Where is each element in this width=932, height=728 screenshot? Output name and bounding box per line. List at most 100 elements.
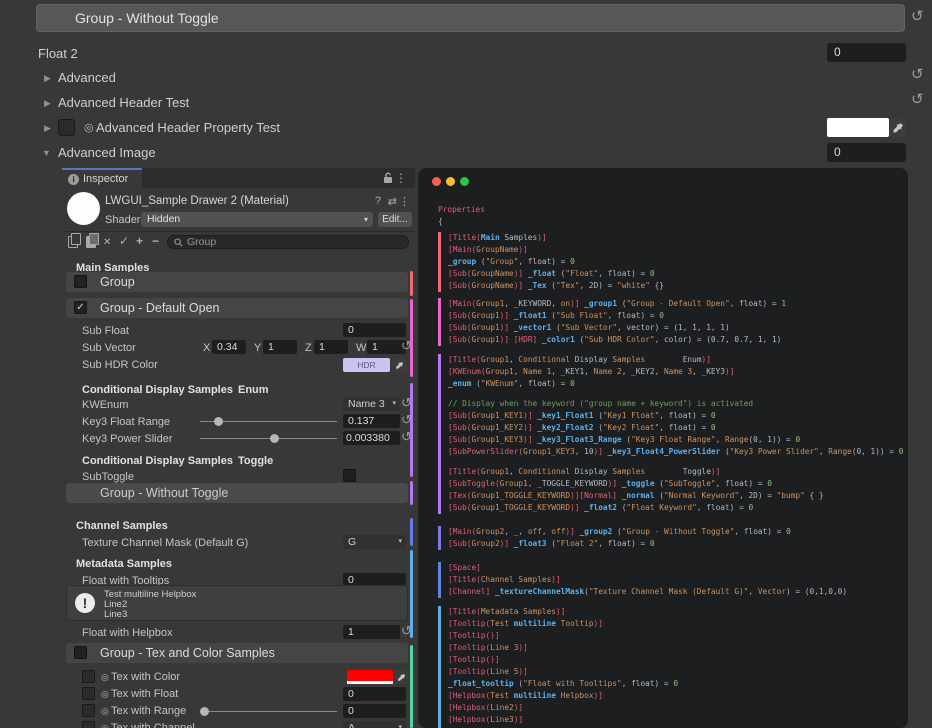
search-input[interactable]: Group [167,235,409,249]
tex-with-range-slider[interactable] [203,711,337,712]
code-line: [Title(Main Samples)] [448,232,904,244]
code-line: // Display when the keyword ("group name… [448,398,904,410]
key3-power-slider-knob[interactable] [270,434,279,443]
foldout-closed-icon[interactable]: ▶ [44,99,51,108]
override-dot-icon: ◎ [101,723,109,728]
help-icon[interactable]: ? [375,195,381,207]
section-conditional-enum: Conditional Display Samples [82,384,233,397]
advanced-header-property-checkbox[interactable] [58,119,75,136]
texture-slot[interactable] [82,670,95,683]
code-line: [Channel] _textureChannelMask("Texture C… [448,586,904,598]
tex-with-color-label: Tex with Color [111,670,180,684]
code-line: [Main(GroupName)] [448,244,904,256]
search-value: Group [187,236,216,248]
close-icon[interactable] [432,177,441,186]
kebab-menu-icon[interactable]: ⋮ [399,195,410,208]
advanced-header-property-test-label[interactable]: Advanced Header Property Test [96,120,280,135]
tex-group-checkbox[interactable] [74,646,87,659]
edit-shader-button[interactable]: Edit... [378,212,412,227]
code-line [448,458,904,466]
advanced-image-label[interactable]: Advanced Image [58,145,156,160]
group-checkbox[interactable] [74,275,87,288]
kwenum-dropdown[interactable]: Name 3 ▾ [343,397,400,411]
code-line: [Tooltip(Test multiline Tooltip)] [448,618,904,630]
plus-icon[interactable]: + [136,235,143,247]
tex-with-float-field[interactable]: 0 [343,687,406,701]
material-header: LWGUI_Sample Drawer 2 (Material) ? ⇄ ⋮ S… [62,188,415,232]
code-block: [Title(Metadata Samples)][Tooltip(Test m… [438,606,904,728]
key3-power-slider[interactable] [200,438,337,439]
vector-x-field[interactable]: 0.34 [212,340,246,354]
code-line: [Sub(GroupName)] _float ("Float", float)… [448,268,904,280]
tex-with-range-knob[interactable] [200,707,209,716]
code-line: [Helpbox(Test multiline Helpbox)] [448,690,904,702]
key3-power-slider-field[interactable]: 0.003380 [343,431,400,445]
key3-float-range-field[interactable]: 0.137 [343,414,400,428]
revert-icon[interactable]: ↺ [911,67,924,82]
copy-icon[interactable] [68,236,78,248]
vector-y-field[interactable]: 1 [263,340,297,354]
vector-z-field[interactable]: 1 [314,340,348,354]
revert-icon[interactable]: ↺ [911,92,924,107]
texture-channel-mask-dropdown[interactable]: G ▾ [343,535,406,549]
foldout-open-icon[interactable]: ▼ [42,149,51,158]
foldout-closed-icon[interactable]: ▶ [44,74,51,83]
group-rail [410,383,413,477]
kebab-menu-icon[interactable]: ⋮ [395,171,407,185]
color-swatch-red[interactable] [347,670,393,684]
tex-with-range-field[interactable]: 0 [343,704,406,718]
collapse-icon[interactable]: ✕ [103,237,111,249]
code-line: [SubPowerSlider(Group1_KEY3, 10)] _key3_… [448,446,904,458]
group-default-checkbox[interactable]: ✓ [74,301,87,314]
eyedropper-button[interactable] [392,358,407,372]
paste-icon[interactable] [86,236,96,248]
code-line: [Tooltip(Line 3)] [448,642,904,654]
tex-with-channel-dropdown[interactable]: A ▾ [343,721,406,728]
presets-icon[interactable]: ⇄ [388,195,397,208]
float-with-helpbox-label: Float with Helpbox [82,626,173,640]
shader-dropdown[interactable]: Hidden ▾ [141,212,373,227]
code-line: [Space] [448,562,904,574]
minimize-icon[interactable] [446,177,455,186]
maximize-icon[interactable] [460,177,469,186]
section-metadata-samples: Metadata Samples [76,558,172,571]
group-rail [410,481,413,505]
group-header-default-open[interactable]: ✓ Group - Default Open [66,298,408,318]
code-line: [Title(Metadata Samples)] [448,606,904,618]
key3-float-range-knob[interactable] [214,417,223,426]
sub-float-field[interactable]: 0 [343,323,406,337]
hdr-color-swatch[interactable]: HDR [343,358,390,372]
eyedropper-button[interactable] [395,670,408,684]
float2-field[interactable]: 0 [827,43,906,62]
advanced-image-field[interactable]: 0 [827,143,906,162]
texture-slot[interactable] [82,687,95,700]
group-header-without-toggle[interactable]: Group - Without Toggle [66,483,408,503]
chevron-down-icon: ▾ [398,535,402,549]
material-toolbar: ✕ ✓ + − Group [62,232,415,252]
tab-inspector[interactable]: i Inspector [62,168,142,188]
code-line: _float_tooltip ("Float with Tooltips", f… [448,678,904,690]
foldout-closed-icon[interactable]: ▶ [44,124,51,133]
minus-icon[interactable]: − [152,235,159,247]
color-swatch-white[interactable] [827,118,889,137]
group-header-tex-color-samples[interactable]: Group - Tex and Color Samples [66,643,408,663]
texture-slot[interactable] [82,721,95,728]
section-channel-samples: Channel Samples [76,520,168,533]
texture-slot[interactable] [82,704,95,717]
checkmark-icon[interactable]: ✓ [119,235,129,247]
eyedropper-button[interactable] [890,118,906,137]
section-conditional-enum-tag: Enum [238,384,269,397]
lock-icon[interactable] [383,172,393,184]
advanced-header-test-label[interactable]: Advanced Header Test [58,95,189,110]
float-with-helpbox-field[interactable]: 1 [343,625,400,639]
revert-icon[interactable]: ↺ [911,9,924,24]
kwenum-label: KWEnum [82,398,128,412]
subtoggle-checkbox[interactable] [343,469,356,482]
sub-vector-label: Sub Vector [82,341,136,355]
code-block: Properties{ [428,204,904,228]
material-preview-sphere[interactable] [67,192,100,225]
group-without-toggle-header[interactable]: Group - Without Toggle [36,4,905,32]
advanced-foldout-label[interactable]: Advanced [58,70,116,85]
group-default-label: Group - Default Open [100,298,220,318]
group-header-group[interactable]: Group [66,272,408,292]
